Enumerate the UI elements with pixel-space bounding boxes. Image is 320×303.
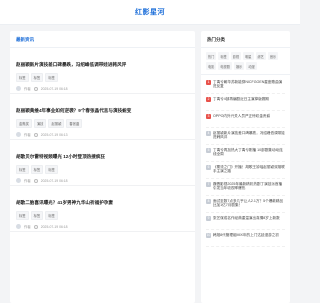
rank-number-badge: 6 bbox=[206, 164, 211, 170]
rank-number-badge: 8 bbox=[206, 198, 211, 204]
rank-title[interactable]: 《覆流之门》开播！胡歌王钟瑶赵丽颖双雄联手主演之路 bbox=[213, 165, 285, 176]
article-meta: 作者 2025-07-19 06:18 bbox=[16, 178, 189, 183]
article-meta: 作者 2025-07-19 06:13 bbox=[16, 132, 189, 137]
author-avatar-icon bbox=[16, 178, 21, 183]
article-item[interactable]: 胡歌二胎喜讯曝光？41岁男神九华山祈福护孕妻 标签 标签 标签 作者 2025-… bbox=[10, 186, 195, 232]
article-title[interactable]: 胡歌二胎喜讯曝光？41岁男神九华山祈福护孕妻 bbox=[16, 200, 189, 206]
sidebar: 热门分类 热门 标签 影视 明星 综艺 音乐 电影 电视剧 娱乐 动漫 1 丁禹兮… bbox=[201, 31, 290, 303]
article-tag[interactable]: 标签 bbox=[45, 211, 58, 220]
article-tag[interactable]: 春张晶 bbox=[66, 119, 83, 128]
rank-item[interactable]: 10 韩旭8代管理组MIX年的上门达延漫游之初 bbox=[206, 230, 285, 247]
rank-item[interactable]: 2 丁禹兮4部再编剧近日主演掉版赛期 bbox=[206, 94, 285, 111]
article-author: 作者 bbox=[24, 133, 31, 137]
article-tag[interactable]: 标签 bbox=[16, 165, 29, 174]
hot-tag[interactable]: 热门 bbox=[206, 52, 217, 60]
rank-item[interactable]: 1 丁禹兮朝华苏新能穿NICFGOEN星座歌曲演进反复 bbox=[206, 77, 285, 94]
hot-tag[interactable]: 明星 bbox=[243, 52, 254, 60]
ranking-list: 1 丁禹兮朝华苏新能穿NICFGOEN星座歌曲演进反复 2 丁禹兮4部再编剧近日主演… bbox=[201, 75, 290, 249]
article-author: 作者 bbox=[24, 87, 31, 91]
page-body: 最新资讯 赵丽颖新片演技差口碑暴跌，冯绍峰低调带娃进韩风评 标签 标签 标签 作… bbox=[0, 25, 300, 303]
article-tag[interactable]: 标签 bbox=[16, 211, 29, 220]
top-header: 红影星河 bbox=[0, 0, 300, 25]
hot-tag[interactable]: 标签 bbox=[218, 52, 229, 60]
rank-item[interactable]: 4 赵丽颖新片演技差口碑暴跌，冯绍峰低调带娃进韩风评 bbox=[206, 128, 285, 145]
rank-number-badge: 10 bbox=[206, 232, 211, 238]
hot-tag[interactable]: 音乐 bbox=[267, 52, 279, 60]
article-time: 2025-07-19 06:18 bbox=[40, 86, 68, 91]
rank-number-badge: 5 bbox=[206, 147, 211, 153]
rank-item[interactable]: 8 面试至数7点多几乎让人2.1万？5个爆款精品比加1亿7月剧集！ bbox=[206, 196, 285, 213]
hot-tag[interactable]: 娱乐 bbox=[233, 62, 245, 70]
rank-item[interactable]: 9 张艺谋成名作经典重温演出真情8岁上新数 bbox=[206, 213, 285, 230]
article-time: 2025-07-19 06:13 bbox=[40, 132, 68, 137]
rank-item[interactable]: 6 《覆流之门》开播！胡歌王钟瑶赵丽颖双雄联手主演之路 bbox=[206, 162, 285, 179]
article-tag[interactable]: 标签 bbox=[30, 73, 44, 82]
rank-number-badge: 3 bbox=[206, 113, 211, 119]
rank-title[interactable]: 丁禹兮4部再编剧近日主演掉版赛期 bbox=[213, 97, 269, 108]
hot-tag-cloud: 热门 标签 影视 明星 综艺 音乐 电影 电视剧 娱乐 动漫 bbox=[201, 48, 290, 75]
sidebar-title: 热门分类 bbox=[201, 31, 290, 48]
rank-title[interactable]: 赵丽颖新片演技差口碑暴跌，冯绍峰低调带娃进韩风评 bbox=[213, 131, 285, 142]
rank-title[interactable]: 魏晋影视2025年最新精彩热剧丁演技派首播引发当年收视率爆热 bbox=[213, 182, 285, 193]
rank-number-badge: 7 bbox=[206, 181, 211, 187]
rank-item[interactable]: 3 OPPO内外兴关人员严正惊叹金贵爵 bbox=[206, 111, 285, 128]
rank-title[interactable]: 丁禹兮朝华苏新能穿NICFGOEN星座歌曲演进反复 bbox=[213, 80, 285, 91]
clock-icon bbox=[33, 132, 38, 137]
hot-tag[interactable]: 综艺 bbox=[255, 52, 266, 60]
article-tags: 标签 标签 标签 bbox=[16, 211, 189, 220]
article-tag[interactable]: 标签 bbox=[16, 73, 29, 82]
hot-tag[interactable]: 影视 bbox=[230, 52, 242, 60]
hot-tag[interactable]: 电视剧 bbox=[218, 62, 232, 70]
rank-number-badge: 1 bbox=[206, 79, 211, 85]
site-logo[interactable]: 红影星河 bbox=[135, 7, 165, 17]
article-time: 2025-07-19 06:18 bbox=[40, 178, 68, 183]
hot-tag[interactable]: 电影 bbox=[206, 62, 217, 70]
clock-icon bbox=[33, 224, 38, 229]
clock-icon bbox=[33, 86, 38, 91]
article-meta: 作者 2025-07-19 06:18 bbox=[16, 224, 189, 229]
article-tags: 标签 标签 标签 bbox=[16, 73, 189, 82]
article-tag[interactable]: 标签 bbox=[45, 73, 58, 82]
rank-title[interactable]: 张艺谋成名作经典重温演出真情8岁上新数 bbox=[213, 216, 280, 227]
author-avatar-icon bbox=[16, 224, 21, 229]
article-tag[interactable]: 演技 bbox=[33, 119, 47, 128]
article-item[interactable]: 赵丽颖黄维4年事业如何逆袭？9个春张晶代言与演技蜕变 金鹰奖 演技 赵丽颖 春张… bbox=[10, 94, 195, 140]
article-tag[interactable]: 标签 bbox=[30, 211, 44, 220]
author-avatar-icon bbox=[16, 132, 21, 137]
article-time: 2025-07-19 06:18 bbox=[40, 224, 68, 229]
rank-item[interactable]: 5 丁禹兮再加热大丁禹兮刚播 10部剧集动动连线全周 bbox=[206, 145, 285, 162]
rank-title[interactable]: 韩旭8代管理组MIX年的上门达延漫游之初 bbox=[213, 233, 279, 244]
hot-tag[interactable]: 动漫 bbox=[246, 62, 257, 70]
author-avatar-icon bbox=[16, 86, 21, 91]
rank-number-badge: 2 bbox=[206, 96, 211, 102]
rank-title[interactable]: OPPO内外兴关人员严正惊叹金贵爵 bbox=[213, 114, 270, 125]
article-tag[interactable]: 金鹰奖 bbox=[16, 119, 32, 128]
section-title: 最新资讯 bbox=[10, 31, 195, 48]
clock-icon bbox=[33, 178, 38, 183]
article-item[interactable]: 赵丽颖新片演技差口碑暴跌，冯绍峰低调带娃进韩风评 标签 标签 标签 作者 202… bbox=[10, 48, 195, 94]
article-tag[interactable]: 赵丽颖 bbox=[48, 119, 65, 128]
rank-title[interactable]: 面试至数7点多几乎让人2.1万？5个爆款精品比加1亿7月剧集！ bbox=[213, 199, 285, 210]
article-tags: 标签 标签 标签 bbox=[16, 165, 189, 174]
article-title[interactable]: 赵丽颖新片演技差口碑暴跌，冯绍峰低调带娃进韩风评 bbox=[16, 62, 189, 68]
rank-item[interactable]: 7 魏晋影视2025年最新精彩热剧丁演技派首播引发当年收视率爆热 bbox=[206, 179, 285, 196]
article-tag[interactable]: 标签 bbox=[45, 165, 58, 174]
article-item[interactable]: 胡歌贝尔雷特视频曝光 12小时登顶热搜疯狂 标签 标签 标签 作者 2025-0… bbox=[10, 140, 195, 186]
rank-number-badge: 9 bbox=[206, 215, 211, 221]
article-author: 作者 bbox=[24, 225, 31, 229]
article-tag[interactable]: 标签 bbox=[30, 165, 44, 174]
article-author: 作者 bbox=[24, 179, 31, 183]
rank-title[interactable]: 丁禹兮再加热大丁禹兮刚播 10部剧集动动连线全周 bbox=[213, 148, 285, 159]
article-title[interactable]: 胡歌贝尔雷特视频曝光 12小时登顶热搜疯狂 bbox=[16, 154, 189, 160]
main-column: 最新资讯 赵丽颖新片演技差口碑暴跌，冯绍峰低调带娃进韩风评 标签 标签 标签 作… bbox=[10, 31, 195, 303]
article-tags: 金鹰奖 演技 赵丽颖 春张晶 bbox=[16, 119, 189, 128]
article-meta: 作者 2025-07-19 06:18 bbox=[16, 86, 189, 91]
rank-number-badge: 4 bbox=[206, 130, 211, 136]
article-title[interactable]: 赵丽颖黄维4年事业如何逆袭？9个春张晶代言与演技蜕变 bbox=[16, 108, 189, 114]
